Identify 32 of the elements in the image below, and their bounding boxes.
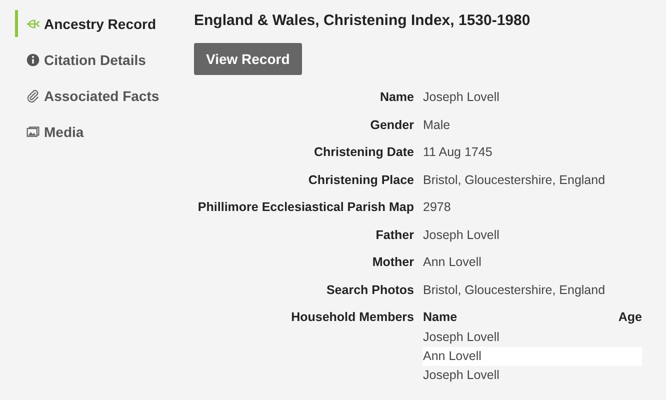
info-icon xyxy=(26,52,40,66)
field-value: Ann Lovell xyxy=(423,254,482,270)
sidebar-item[interactable]: Associated Facts xyxy=(15,82,179,109)
column-header: Name xyxy=(423,309,458,326)
member-name: Joseph Lovell xyxy=(423,366,500,384)
paperclip-icon xyxy=(26,88,40,102)
field-label: Household Members xyxy=(290,309,414,326)
field-label: Mother xyxy=(371,254,414,270)
sprout-icon xyxy=(26,16,40,30)
view-record-button[interactable]: View Record xyxy=(194,43,302,75)
sidebar-item[interactable]: Citation Details xyxy=(15,46,179,73)
field-value: Male xyxy=(423,116,452,133)
field-value: Joseph Lovell xyxy=(423,89,500,106)
field-value: 11 Aug 1745 xyxy=(423,144,494,160)
field-label: Gender xyxy=(369,116,414,133)
member-name: Ann Lovell xyxy=(423,346,642,366)
field-label: Name xyxy=(378,89,414,106)
field-label: Father xyxy=(374,226,414,243)
member-name: Joseph Lovell xyxy=(423,328,500,346)
field-value: Bristol, Gloucestershire, England xyxy=(423,282,606,298)
field-label: Christening Date xyxy=(312,144,414,160)
field-label: Search Photos xyxy=(325,282,414,298)
sidebar-item[interactable]: Ancestry Record xyxy=(15,10,179,37)
field-label: Christening Place xyxy=(307,172,414,188)
sidebar-item[interactable]: Media xyxy=(15,118,179,145)
column-header: Age xyxy=(618,309,642,326)
photos-icon xyxy=(26,124,40,138)
field-value: Bristol, Gloucestershire, England xyxy=(423,172,606,188)
record-title: England & Wales, Christening Index, 1530-1980 xyxy=(194,12,532,29)
field-value: 2978 xyxy=(423,199,452,216)
field-value: Joseph Lovell xyxy=(423,226,500,243)
field-label: Phillimore Ecclesiastical Parish Map xyxy=(196,199,414,216)
